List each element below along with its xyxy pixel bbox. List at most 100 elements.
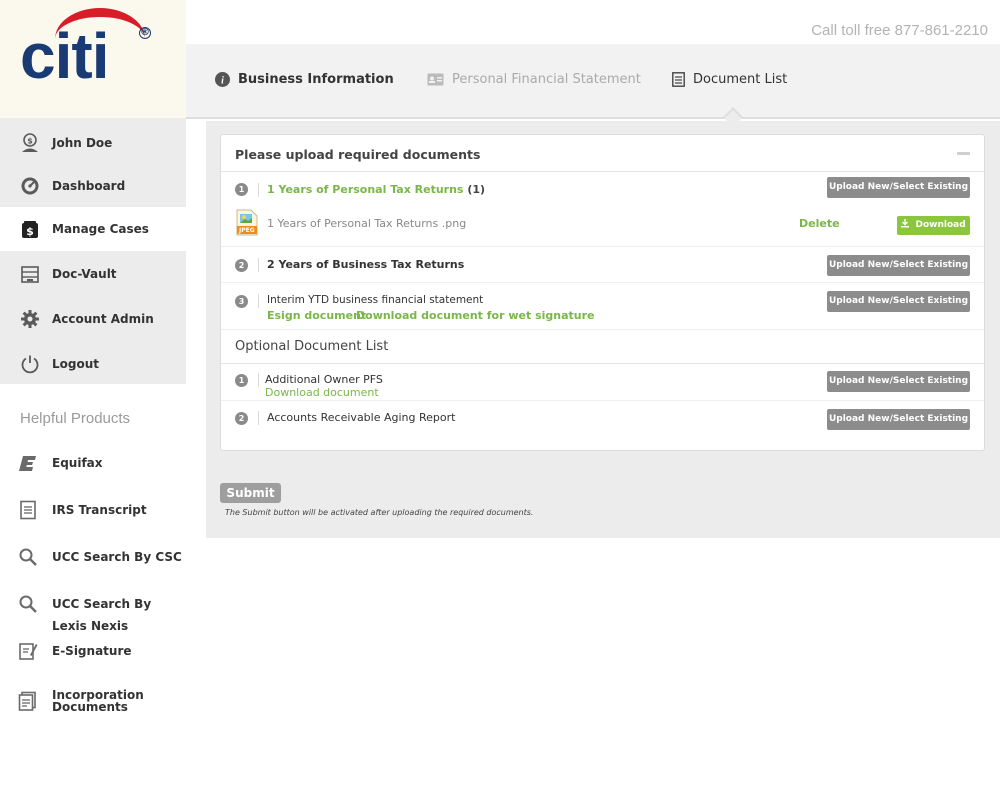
submit-button[interactable]: Submit <box>220 483 281 503</box>
card-title: Please upload required documents <box>235 147 481 162</box>
sidebar-item-doc-vault[interactable]: Doc-Vault <box>0 252 186 296</box>
tab-document-list[interactable]: Document List <box>672 72 787 87</box>
user-dollar-icon: $ <box>20 133 40 153</box>
divider <box>258 373 259 387</box>
sidebar-item-manage-cases[interactable]: $ Manage Cases <box>0 207 186 251</box>
required-doc-row: 1 1 Years of Personal Tax Returns (1) Up… <box>221 172 984 247</box>
submit-note: The Submit button will be activated afte… <box>225 508 534 517</box>
upload-button[interactable]: Upload New/Select Existing <box>827 177 970 198</box>
file-name: 1 Years of Personal Tax Returns .png <box>267 217 467 230</box>
sidebar-item-account-admin[interactable]: Account Admin <box>0 297 186 341</box>
row-number: 1 <box>235 183 248 196</box>
doc-count: (1) <box>467 183 486 196</box>
optional-header: Optional Document List <box>221 330 984 364</box>
jpeg-file-icon: JPEG <box>236 209 258 236</box>
doc-title: Accounts Receivable Aging Report <box>267 411 456 424</box>
download-label: Download <box>915 220 966 230</box>
product-ucc-csc[interactable]: UCC Search By CSC <box>0 546 186 568</box>
delete-link[interactable]: Delete <box>799 217 840 230</box>
optional-title: Optional Document List <box>235 339 389 354</box>
signature-icon <box>18 640 38 662</box>
esign-link[interactable]: Esign document <box>267 309 366 322</box>
collapse-icon[interactable] <box>957 152 970 155</box>
divider <box>258 411 259 425</box>
required-doc-row: 3 Interim YTD business financial stateme… <box>221 283 984 330</box>
svg-text:i: i <box>221 76 224 87</box>
product-esignature[interactable]: E-Signature <box>0 640 186 662</box>
product-equifax[interactable]: Equifax <box>0 452 186 474</box>
tab-personal-financial-statement[interactable]: Personal Financial Statement <box>427 72 641 87</box>
tab-label: Personal Financial Statement <box>452 72 641 87</box>
download-document-link[interactable]: Download document <box>265 386 379 399</box>
card-header: Please upload required documents <box>221 135 984 172</box>
search-icon <box>18 546 38 568</box>
sidebar-item-label: Account Admin <box>52 312 154 326</box>
divider <box>258 183 259 197</box>
sidebar-item-logout[interactable]: Logout <box>0 342 186 386</box>
search-icon <box>18 593 38 615</box>
step-tabs: i Business Information Personal Financia… <box>186 44 1000 119</box>
product-label: UCC Search By Lexis Nexis <box>52 597 152 633</box>
upload-button[interactable]: Upload New/Select Existing <box>827 255 970 276</box>
doc-title: 2 Years of Business Tax Returns <box>267 258 465 271</box>
upload-button[interactable]: Upload New/Select Existing <box>827 371 970 392</box>
doc-title-text: 1 Years of Personal Tax Returns <box>267 183 464 196</box>
tab-label: Business Information <box>238 72 394 87</box>
upload-button[interactable]: Upload New/Select Existing <box>827 409 970 430</box>
info-icon: i <box>215 72 230 87</box>
upload-button[interactable]: Upload New/Select Existing <box>827 291 970 312</box>
optional-doc-row: 1 Additional Owner PFS Download document… <box>221 364 984 401</box>
helpful-products-title: Helpful Products <box>20 410 131 427</box>
sidebar-item-label: Logout <box>52 357 100 371</box>
power-icon <box>20 354 40 374</box>
divider <box>258 258 259 272</box>
sidebar-item-label: Manage Cases <box>52 222 149 236</box>
tab-label: Document List <box>693 72 788 87</box>
registered-mark: ® <box>139 27 151 39</box>
divider <box>258 294 259 308</box>
sidebar: citi ® $ John Doe Dashboard $ Manage Cas… <box>0 0 186 802</box>
product-ucc-lexis[interactable]: UCC Search By Lexis Nexis <box>0 593 186 637</box>
sidebar-nav: $ John Doe Dashboard $ Manage Cases Doc-… <box>0 118 186 384</box>
doc-title: Interim YTD business financial statement <box>267 294 484 306</box>
id-card-icon <box>427 73 444 86</box>
vault-icon <box>20 264 40 284</box>
download-icon <box>901 217 910 228</box>
top-bar: Call toll free 877-861-2210 <box>186 0 1000 44</box>
wet-signature-link[interactable]: Download document for wet signature <box>356 309 595 322</box>
row-number: 2 <box>235 412 248 425</box>
product-incorporation[interactable]: Incorporation Documents <box>0 689 186 713</box>
product-label: Equifax <box>52 456 103 470</box>
sidebar-item-label: Doc-Vault <box>52 267 117 281</box>
documents-card: Please upload required documents 1 1 Yea… <box>220 134 985 451</box>
row-number: 1 <box>235 374 248 387</box>
product-label: Incorporation Documents <box>52 688 144 714</box>
document-icon <box>672 72 685 87</box>
sidebar-item-dashboard[interactable]: Dashboard <box>0 164 186 208</box>
file-type-label: JPEG <box>239 227 255 234</box>
doc-title[interactable]: 1 Years of Personal Tax Returns (1) <box>267 183 485 196</box>
money-bag-icon: $ <box>20 219 40 239</box>
sidebar-item-label: Dashboard <box>52 179 126 193</box>
sidebar-item-label: John Doe <box>52 136 113 150</box>
product-label: UCC Search By CSC <box>52 550 182 564</box>
download-button[interactable]: Download <box>897 216 970 235</box>
gear-icon <box>20 309 40 329</box>
sidebar-item-user[interactable]: $ John Doe <box>0 121 186 165</box>
row-number: 2 <box>235 259 248 272</box>
logo[interactable]: citi ® <box>0 0 186 118</box>
required-doc-row: 2 2 Years of Business Tax Returns Upload… <box>221 247 984 283</box>
doc-title: Additional Owner PFS <box>265 373 383 386</box>
product-irs-transcript[interactable]: IRS Transcript <box>0 499 186 521</box>
logo-text: citi <box>20 20 109 92</box>
product-label: E-Signature <box>52 644 132 658</box>
svg-text:$: $ <box>26 225 34 238</box>
certificate-icon <box>18 689 38 713</box>
tab-business-information[interactable]: i Business Information <box>215 72 394 87</box>
svg-text:$: $ <box>27 137 33 146</box>
tollfree-number: Call toll free 877-861-2210 <box>811 22 988 39</box>
dashboard-icon <box>20 176 40 196</box>
row-number: 3 <box>235 295 248 308</box>
optional-doc-row: 2 Accounts Receivable Aging Report Uploa… <box>221 401 984 437</box>
product-label: IRS Transcript <box>52 503 147 517</box>
